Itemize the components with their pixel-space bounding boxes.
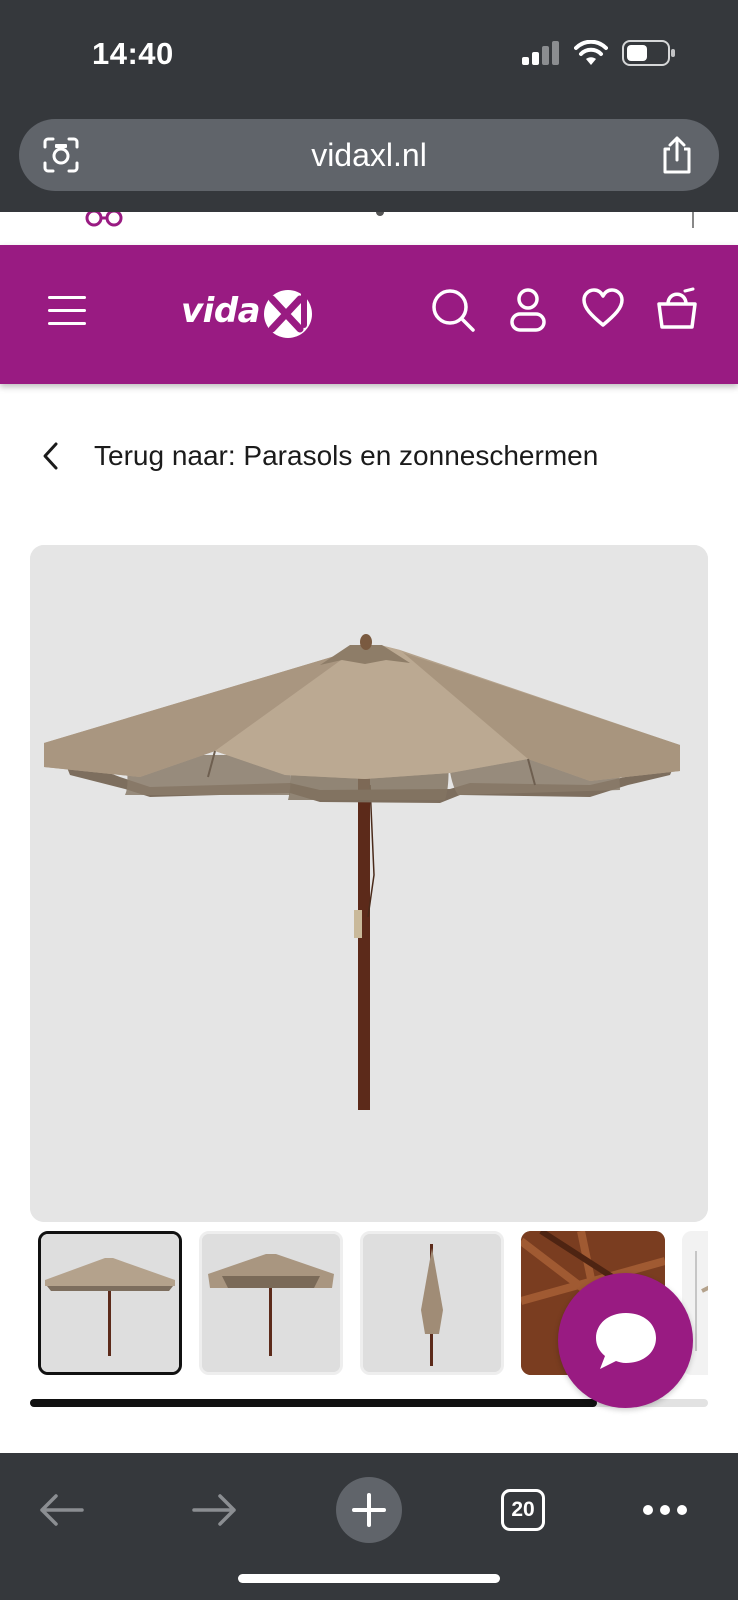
site-header: vida bbox=[0, 245, 738, 384]
new-tab-button[interactable] bbox=[336, 1475, 402, 1545]
url-text[interactable]: vidaxl.nl bbox=[19, 137, 719, 174]
breadcrumb-back-link[interactable]: Terug naar: Parasols en zonneschermen bbox=[40, 436, 598, 476]
home-indicator[interactable] bbox=[238, 1574, 500, 1583]
glasses-icon bbox=[85, 212, 123, 227]
heart-icon[interactable] bbox=[581, 287, 625, 329]
top-banner-partial bbox=[0, 212, 738, 245]
product-main-image[interactable] bbox=[30, 545, 708, 1222]
parasol-image bbox=[30, 545, 708, 1222]
share-icon[interactable] bbox=[659, 135, 695, 175]
forward-button[interactable] bbox=[190, 1475, 240, 1545]
forward-arrow-icon bbox=[192, 1494, 236, 1526]
logo-text: vida bbox=[181, 291, 261, 331]
chevron-left-icon bbox=[43, 442, 58, 470]
wifi-icon bbox=[574, 40, 608, 65]
search-icon[interactable] bbox=[430, 287, 476, 333]
status-time: 14:40 bbox=[92, 36, 174, 71]
thumbnail-parasol-open bbox=[41, 1234, 179, 1372]
cart-icon[interactable] bbox=[655, 287, 699, 331]
breadcrumb-label[interactable]: Terug naar: Parasols en zonneschermen bbox=[94, 440, 598, 472]
browser-top-chrome: 14:40 vidaxl.nl bbox=[0, 0, 738, 212]
gallery-scroll-thumb[interactable] bbox=[30, 1399, 597, 1407]
tabs-button[interactable]: 20 bbox=[500, 1475, 546, 1545]
thumbnail-parasol-closed bbox=[363, 1234, 501, 1372]
plus-icon bbox=[352, 1493, 386, 1527]
menu-icon[interactable] bbox=[48, 295, 88, 327]
chat-bubble-icon bbox=[595, 1312, 656, 1369]
partial-text-glyph bbox=[376, 212, 384, 216]
logo-badge bbox=[264, 290, 313, 338]
url-bar[interactable]: vidaxl.nl bbox=[19, 119, 719, 191]
signal-icon bbox=[522, 41, 559, 65]
chat-button[interactable] bbox=[558, 1273, 693, 1408]
divider bbox=[692, 212, 694, 228]
status-icons bbox=[522, 40, 676, 66]
thumbnail-2[interactable] bbox=[199, 1231, 343, 1375]
account-icon[interactable] bbox=[509, 287, 547, 333]
new-tab-plus-circle bbox=[336, 1477, 402, 1543]
back-arrow-icon bbox=[40, 1494, 84, 1526]
more-dots-icon bbox=[643, 1505, 687, 1515]
thumbnail-1[interactable] bbox=[38, 1231, 182, 1375]
thumbnail-parasol-angle bbox=[202, 1234, 340, 1372]
vidaxl-logo[interactable]: vida bbox=[181, 281, 316, 341]
tabs-count: 20 bbox=[501, 1489, 545, 1531]
thumbnail-3[interactable] bbox=[360, 1231, 504, 1375]
battery-icon bbox=[622, 40, 675, 66]
back-button[interactable] bbox=[36, 1475, 86, 1545]
more-button[interactable] bbox=[640, 1475, 690, 1545]
